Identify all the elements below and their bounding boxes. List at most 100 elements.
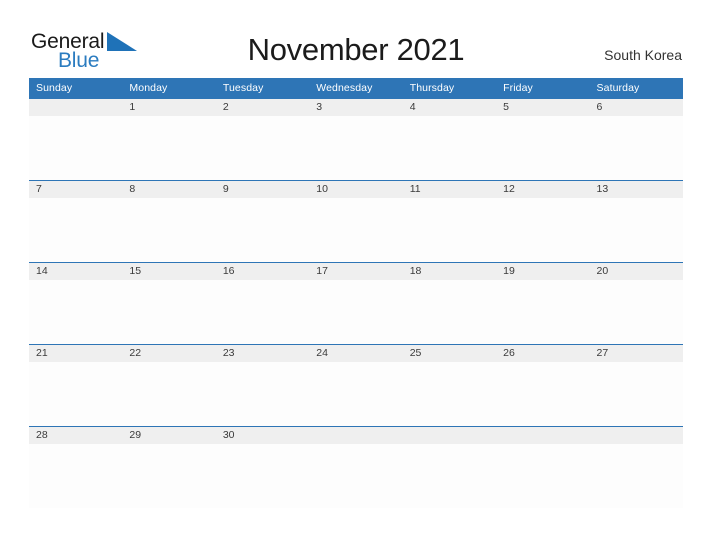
day-event-area[interactable]	[309, 444, 403, 508]
calendar-day-cell[interactable]: 25	[402, 344, 497, 427]
calendar-day-cell[interactable]: 23	[215, 344, 310, 427]
day-number: 23	[215, 345, 310, 362]
calendar-day-cell[interactable]	[309, 426, 403, 508]
calendar-day-cell[interactable]: 13	[589, 180, 683, 263]
day-event-area[interactable]	[29, 198, 123, 262]
calendar-day-cell[interactable]: 16	[215, 262, 310, 345]
day-number: 24	[309, 345, 403, 362]
day-event-area[interactable]	[496, 444, 590, 508]
calendar-day-cell[interactable]: 30	[215, 426, 310, 508]
day-event-area[interactable]	[122, 444, 216, 508]
day-number: 30	[215, 427, 310, 444]
day-number: 2	[215, 99, 310, 116]
day-event-area[interactable]	[402, 362, 497, 426]
calendar-day-cell[interactable]: 3	[309, 98, 403, 181]
day-number: 20	[589, 263, 683, 280]
calendar-day-cell[interactable]: 21	[29, 344, 123, 427]
day-event-area[interactable]	[215, 444, 310, 508]
day-event-area[interactable]	[215, 280, 310, 344]
day-event-area[interactable]	[122, 280, 216, 344]
calendar-day-cell[interactable]: 9	[215, 180, 310, 263]
calendar-week-row: 1 2 3 4 5 6	[29, 98, 683, 181]
monthly-calendar-table: Sunday Monday Tuesday Wednesday Thursday…	[29, 78, 683, 508]
day-event-area[interactable]	[402, 116, 497, 180]
day-event-area[interactable]	[309, 198, 403, 262]
calendar-day-cell[interactable]	[402, 426, 497, 508]
day-event-area[interactable]	[215, 362, 310, 426]
day-number: 9	[215, 181, 310, 198]
weekday-header-sunday: Sunday	[29, 78, 123, 99]
day-event-area[interactable]	[215, 116, 310, 180]
calendar-day-cell[interactable]: 6	[589, 98, 683, 181]
day-event-area[interactable]	[589, 280, 683, 344]
day-event-area[interactable]	[122, 198, 216, 262]
region-label: South Korea	[604, 47, 682, 63]
calendar-day-cell[interactable]: 17	[309, 262, 403, 345]
day-number	[29, 99, 123, 116]
weekday-header-thursday: Thursday	[402, 78, 497, 99]
calendar-day-cell[interactable]: 14	[29, 262, 123, 345]
weekday-header-monday: Monday	[122, 78, 216, 99]
calendar-day-cell[interactable]	[29, 98, 123, 181]
day-number: 14	[29, 263, 123, 280]
day-event-area[interactable]	[29, 444, 123, 508]
day-event-area[interactable]	[589, 362, 683, 426]
day-event-area[interactable]	[29, 280, 123, 344]
calendar-header-row-group: Sunday Monday Tuesday Wednesday Thursday…	[29, 78, 683, 99]
weekday-header-wednesday: Wednesday	[309, 78, 403, 99]
weekday-header-row: Sunday Monday Tuesday Wednesday Thursday…	[29, 78, 683, 99]
calendar-day-cell[interactable]: 29	[122, 426, 216, 508]
calendar-day-cell[interactable]: 27	[589, 344, 683, 427]
weekday-header-friday: Friday	[496, 78, 590, 99]
calendar-day-cell[interactable]: 15	[122, 262, 216, 345]
day-event-area[interactable]	[496, 362, 590, 426]
calendar-day-cell[interactable]: 19	[496, 262, 590, 345]
day-event-area[interactable]	[402, 280, 497, 344]
calendar-day-cell[interactable]: 8	[122, 180, 216, 263]
calendar-day-cell[interactable]: 28	[29, 426, 123, 508]
calendar-day-cell[interactable]: 7	[29, 180, 123, 263]
calendar-week-row: 7 8 9 10 11 12 13	[29, 180, 683, 263]
calendar-day-cell[interactable]: 12	[496, 180, 590, 263]
day-event-area[interactable]	[402, 198, 497, 262]
day-event-area[interactable]	[589, 444, 683, 508]
calendar-day-cell[interactable]: 24	[309, 344, 403, 427]
calendar-day-cell[interactable]: 20	[589, 262, 683, 345]
day-event-area[interactable]	[215, 198, 310, 262]
day-number: 7	[29, 181, 123, 198]
day-event-area[interactable]	[122, 362, 216, 426]
day-number: 11	[402, 181, 497, 198]
day-event-area[interactable]	[29, 362, 123, 426]
day-number: 21	[29, 345, 123, 362]
day-event-area[interactable]	[122, 116, 216, 180]
calendar-day-cell[interactable]: 10	[309, 180, 403, 263]
day-event-area[interactable]	[589, 198, 683, 262]
calendar-day-cell[interactable]: 2	[215, 98, 310, 181]
day-number	[496, 427, 590, 444]
day-event-area[interactable]	[29, 116, 123, 180]
calendar-day-cell[interactable]: 18	[402, 262, 497, 345]
day-event-area[interactable]	[496, 280, 590, 344]
day-number: 22	[122, 345, 216, 362]
day-event-area[interactable]	[496, 116, 590, 180]
page-header: General Blue November 2021 South Korea	[0, 0, 712, 78]
calendar-day-cell[interactable]	[589, 426, 683, 508]
day-event-area[interactable]	[309, 116, 403, 180]
day-event-area[interactable]	[402, 444, 497, 508]
calendar-day-cell[interactable]: 22	[122, 344, 216, 427]
day-event-area[interactable]	[309, 362, 403, 426]
day-number: 19	[496, 263, 590, 280]
calendar-day-cell[interactable]	[496, 426, 590, 508]
calendar-day-cell[interactable]: 26	[496, 344, 590, 427]
calendar-week-row: 14 15 16 17 18 19 20	[29, 262, 683, 345]
day-number: 28	[29, 427, 123, 444]
day-event-area[interactable]	[309, 280, 403, 344]
day-event-area[interactable]	[589, 116, 683, 180]
calendar-day-cell[interactable]: 4	[402, 98, 497, 181]
calendar-day-cell[interactable]: 11	[402, 180, 497, 263]
day-number: 1	[122, 99, 216, 116]
calendar-day-cell[interactable]: 1	[122, 98, 216, 181]
calendar-day-cell[interactable]: 5	[496, 98, 590, 181]
day-number	[402, 427, 497, 444]
day-event-area[interactable]	[496, 198, 590, 262]
